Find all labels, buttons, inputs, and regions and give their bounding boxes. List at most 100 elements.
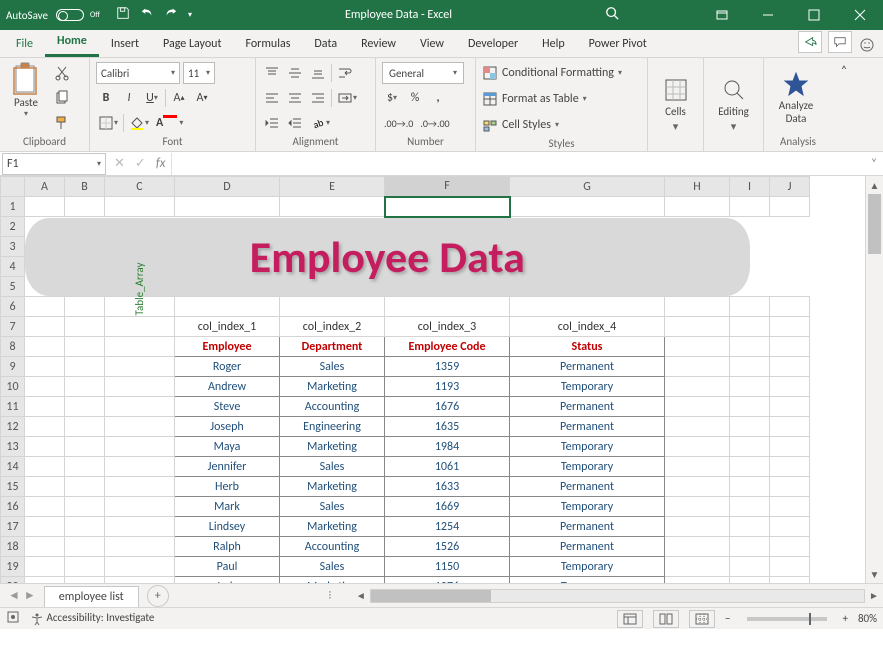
zoom-out-button[interactable]: − — [725, 612, 730, 625]
comma-icon[interactable]: , — [428, 87, 448, 109]
bold-button[interactable]: B — [96, 87, 116, 109]
tab-insert[interactable]: Insert — [99, 33, 151, 57]
column-header[interactable]: D — [175, 177, 280, 197]
column-header[interactable]: A — [25, 177, 65, 197]
column-header[interactable]: B — [65, 177, 105, 197]
tab-data[interactable]: Data — [302, 33, 349, 57]
align-left-icon[interactable] — [262, 87, 282, 109]
sheet-next-icon[interactable]: ► — [24, 588, 36, 603]
tab-home[interactable]: Home — [45, 30, 99, 57]
percent-icon[interactable]: % — [405, 87, 425, 109]
autosave-toggle[interactable] — [56, 9, 84, 21]
column-header[interactable]: C — [105, 177, 175, 197]
increase-indent-icon[interactable] — [285, 112, 305, 134]
fx-icon[interactable]: fx — [156, 156, 166, 171]
index-label[interactable]: col_index_1 — [175, 317, 280, 337]
cell[interactable] — [770, 197, 810, 217]
format-as-table-button[interactable]: Format as Table▾ — [482, 88, 622, 110]
tab-review[interactable]: Review — [349, 33, 408, 57]
borders-icon[interactable]: ▾ — [96, 112, 120, 134]
feedback-icon[interactable] — [855, 37, 879, 53]
column-header[interactable]: J — [770, 177, 810, 197]
paste-button[interactable]: Paste ▾ — [6, 62, 46, 134]
zoom-slider[interactable] — [747, 617, 827, 621]
redo-icon[interactable] — [164, 6, 178, 24]
align-middle-icon[interactable] — [285, 62, 305, 84]
align-right-icon[interactable] — [308, 87, 328, 109]
zoom-in-button[interactable]: + — [843, 612, 848, 625]
share-button[interactable] — [798, 31, 822, 53]
column-header[interactable]: H — [665, 177, 730, 197]
ribbon-display-icon[interactable] — [699, 0, 745, 30]
cell[interactable] — [175, 197, 280, 217]
tab-developer[interactable]: Developer — [456, 33, 530, 57]
cell[interactable] — [280, 197, 385, 217]
index-label[interactable]: col_index_4 — [510, 317, 665, 337]
index-label[interactable]: col_index_2 — [280, 317, 385, 337]
format-painter-icon[interactable] — [52, 112, 72, 134]
cell-styles-button[interactable]: Cell Styles▾ — [482, 114, 622, 136]
comments-button[interactable] — [828, 31, 852, 53]
cell[interactable] — [385, 197, 510, 217]
cut-icon[interactable] — [52, 62, 72, 84]
underline-button[interactable]: U▾ — [142, 87, 162, 109]
align-top-icon[interactable] — [262, 62, 282, 84]
editing-button[interactable]: Editing▾ — [710, 62, 757, 147]
font-color-icon[interactable]: A▾ — [154, 112, 185, 134]
close-icon[interactable] — [837, 0, 883, 30]
index-label[interactable]: col_index_3 — [385, 317, 510, 337]
row-header[interactable]: 1 — [1, 197, 25, 217]
increase-decimal-icon[interactable]: .00→.0 — [382, 112, 415, 134]
number-format-select[interactable]: General▾ — [382, 62, 464, 84]
collapse-ribbon-icon[interactable]: ˄ — [832, 58, 856, 151]
expand-formula-bar-icon[interactable]: ˅ — [865, 157, 883, 171]
tab-file[interactable]: File — [4, 33, 45, 57]
merge-icon[interactable]: ▾ — [335, 87, 359, 109]
tab-view[interactable]: View — [408, 33, 456, 57]
normal-view-icon[interactable] — [617, 610, 643, 628]
table-header[interactable]: Employee — [175, 337, 280, 357]
minimize-icon[interactable] — [745, 0, 791, 30]
tab-page-layout[interactable]: Page Layout — [151, 33, 233, 57]
new-sheet-button[interactable]: + — [147, 585, 169, 607]
undo-icon[interactable] — [140, 6, 154, 24]
name-box[interactable]: F1▾ — [2, 153, 106, 175]
formula-input[interactable] — [172, 153, 865, 175]
cell[interactable] — [665, 197, 730, 217]
orientation-icon[interactable]: ab▾ — [308, 112, 332, 134]
table-header[interactable]: Employee Code — [385, 337, 510, 357]
accessibility-status[interactable]: Accessibility: Investigate — [30, 611, 154, 625]
table-header[interactable]: Department — [280, 337, 385, 357]
table-header[interactable]: Status — [510, 337, 665, 357]
column-header[interactable]: I — [730, 177, 770, 197]
font-name-input[interactable]: Calibri▾ — [96, 62, 180, 84]
column-header[interactable]: E — [280, 177, 385, 197]
tab-help[interactable]: Help — [530, 33, 577, 57]
cell[interactable] — [65, 197, 105, 217]
align-bottom-icon[interactable] — [308, 62, 328, 84]
decrease-indent-icon[interactable] — [262, 112, 282, 134]
page-layout-view-icon[interactable] — [653, 610, 679, 628]
horizontal-scrollbar[interactable]: ◄► — [352, 589, 883, 603]
italic-button[interactable]: I — [119, 87, 139, 109]
cells-button[interactable]: Cells▾ — [654, 62, 697, 147]
page-break-view-icon[interactable] — [689, 610, 715, 628]
currency-icon[interactable]: $▾ — [382, 87, 402, 109]
maximize-icon[interactable] — [791, 0, 837, 30]
analyze-data-button[interactable]: Analyze Data — [770, 62, 822, 134]
column-header[interactable]: F — [385, 177, 510, 197]
spreadsheet-grid[interactable]: ABCDEFGHIJ12Employee Data34567col_index_… — [0, 176, 865, 583]
record-macro-icon[interactable] — [6, 610, 20, 627]
decrease-decimal-icon[interactable]: .0→.00 — [418, 112, 451, 134]
account-button[interactable] — [619, 0, 699, 30]
vertical-scrollbar[interactable]: ▲▼ — [865, 176, 883, 583]
tab-power-pivot[interactable]: Power Pivot — [577, 33, 659, 57]
cell[interactable] — [510, 197, 665, 217]
fill-color-icon[interactable]: ▾ — [127, 112, 151, 134]
sheet-prev-icon[interactable]: ◄ — [8, 588, 20, 603]
zoom-level[interactable]: 80% — [858, 612, 877, 625]
sheet-tab-active[interactable]: employee list — [44, 586, 139, 607]
decrease-font-icon[interactable]: A▾ — [192, 87, 212, 109]
save-icon[interactable] — [116, 6, 130, 24]
align-center-icon[interactable] — [285, 87, 305, 109]
